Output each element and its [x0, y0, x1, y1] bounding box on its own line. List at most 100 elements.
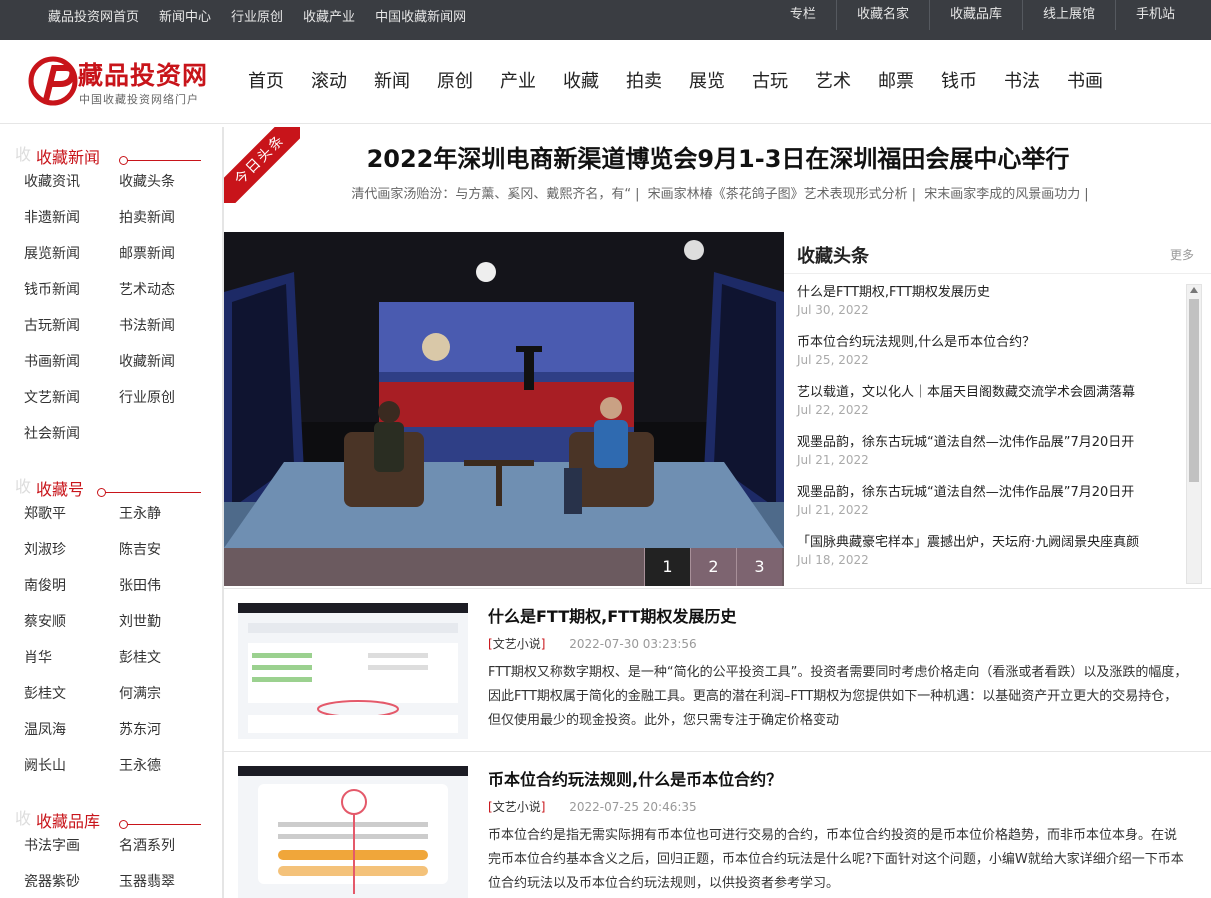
scrollbar-thumb[interactable] — [1189, 299, 1199, 482]
nav-item-news[interactable]: 新闻 — [374, 67, 410, 93]
nav-item-industry[interactable]: 产业 — [500, 67, 536, 93]
headline-item-title[interactable]: 观墨品韵，徐东古玩城“道法自然—沈伟作品展”7月20日开 — [797, 434, 1182, 452]
logo-slogan: 中国收藏投资网络门户 — [79, 93, 199, 106]
sidebar-link[interactable]: 彭桂文 — [24, 685, 119, 721]
sidebar-link[interactable]: 收藏新闻 — [119, 353, 214, 389]
top-link-online-gallery[interactable]: 线上展馆 — [1021, 0, 1115, 30]
nav-item-exhibition[interactable]: 展览 — [689, 67, 725, 93]
top-link-news-center[interactable]: 新闻中心 — [159, 6, 211, 25]
sidebar-link[interactable]: 南俊明 — [24, 577, 119, 613]
nav-item-coins[interactable]: 钱币 — [941, 67, 977, 93]
slider-page-3[interactable]: 3 — [736, 548, 782, 586]
featured-slider[interactable]: 1 2 3 — [224, 232, 784, 586]
headline-item[interactable]: 艺以载道，文以化人｜本届天目阁数藏交流学术会圆满落幕 Jul 22, 2022 — [797, 384, 1182, 434]
top-link-china-news[interactable]: 中国收藏新闻网 — [375, 6, 466, 25]
section-title[interactable]: 收藏品库 — [36, 808, 100, 832]
article-category[interactable]: [文艺小说] — [488, 800, 545, 814]
logo-mark-icon — [28, 56, 78, 106]
headline-item-title[interactable]: 什么是FTT期权,FTT期权发展历史 — [797, 284, 1182, 302]
slider-image[interactable] — [224, 232, 784, 548]
slider-page-2[interactable]: 2 — [690, 548, 736, 586]
sidebar-link[interactable]: 书法字画 — [24, 837, 119, 873]
section-divider — [121, 160, 201, 161]
sidebar-link[interactable]: 张田伟 — [119, 577, 214, 613]
nav-item-rolling[interactable]: 滚动 — [311, 67, 347, 93]
sidebar-link[interactable]: 行业原创 — [119, 389, 214, 425]
top-link-collection-library[interactable]: 收藏品库 — [928, 0, 1022, 30]
top-link-original[interactable]: 行业原创 — [231, 6, 283, 25]
nav-item-art[interactable]: 艺术 — [815, 67, 851, 93]
article-time: 2022-07-30 03:23:56 — [569, 637, 697, 651]
article-thumbnail[interactable] — [238, 766, 468, 898]
nav-item-original[interactable]: 原创 — [437, 67, 473, 93]
scroll-up-icon[interactable] — [1190, 287, 1198, 293]
sidebar-link[interactable]: 展览新闻 — [24, 245, 119, 281]
sidebar-link[interactable]: 艺术动态 — [119, 281, 214, 317]
nav-item-painting[interactable]: 书画 — [1067, 67, 1103, 93]
site-logo[interactable]: 藏品投资网 中国收藏投资网络门户 — [26, 54, 226, 110]
sidebar-link[interactable]: 拍卖新闻 — [119, 209, 214, 245]
sidebar-link[interactable]: 刘淑珍 — [24, 541, 119, 577]
sidebar-link[interactable]: 瓷器紫砂 — [24, 873, 119, 898]
sidebar-link[interactable]: 王永德 — [119, 757, 214, 793]
article-title[interactable]: 什么是FTT期权,FTT期权发展历史 — [488, 603, 736, 627]
sublink[interactable]: 宋画家林椿《茶花鸽子图》艺术表现形式分析 — [648, 187, 908, 202]
sidebar-link[interactable]: 收藏资讯 — [24, 173, 119, 209]
sidebar-link[interactable]: 书法新闻 — [119, 317, 214, 353]
sidebar-link[interactable]: 文艺新闻 — [24, 389, 119, 425]
sidebar-link[interactable]: 邮票新闻 — [119, 245, 214, 281]
top-link-industry[interactable]: 收藏产业 — [303, 6, 355, 25]
sublink[interactable]: 宋末画家李成的风景画功力 — [924, 187, 1080, 202]
sidebar-link[interactable]: 书画新闻 — [24, 353, 119, 389]
sidebar-link[interactable]: 收藏头条 — [119, 173, 214, 209]
sidebar-link[interactable]: 刘世勤 — [119, 613, 214, 649]
article-category[interactable]: [文艺小说] — [488, 637, 545, 651]
headline-scrollbar[interactable] — [1186, 284, 1202, 584]
article-thumbnail[interactable] — [238, 603, 468, 739]
headline-item-title[interactable]: 艺以载道，文以化人｜本届天目阁数藏交流学术会圆满落幕 — [797, 384, 1182, 402]
headline-item[interactable]: 币本位合约玩法规则,什么是币本位合约？ Jul 25, 2022 — [797, 334, 1182, 384]
top-link-column[interactable]: 专栏 — [770, 0, 836, 30]
section-dot-icon — [119, 820, 128, 829]
top-link-mobile[interactable]: 手机站 — [1114, 0, 1195, 30]
sidebar-link[interactable]: 彭桂文 — [119, 649, 214, 685]
sidebar-link[interactable]: 玉器翡翠 — [119, 873, 214, 898]
sidebar-link[interactable]: 蔡安顺 — [24, 613, 119, 649]
sidebar-link[interactable]: 陈吉安 — [119, 541, 214, 577]
sidebar-link[interactable]: 钱币新闻 — [24, 281, 119, 317]
nav-item-stamps[interactable]: 邮票 — [878, 67, 914, 93]
article-title[interactable]: 币本位合约玩法规则,什么是币本位合约？ — [488, 766, 782, 790]
sidebar-link[interactable]: 郑歌平 — [24, 505, 119, 541]
sidebar-link[interactable]: 社会新闻 — [24, 425, 119, 461]
slider-page-1[interactable]: 1 — [644, 548, 690, 586]
sidebar-link[interactable]: 阙长山 — [24, 757, 119, 793]
article-item: 什么是FTT期权,FTT期权发展历史 [文艺小说] 2022-07-30 03:… — [224, 588, 1211, 748]
top-headline[interactable]: 2022年深圳电商新渠道博览会9月1-3日在深圳福田会展中心举行 — [224, 139, 1211, 174]
section-title[interactable]: 收藏号 — [36, 476, 84, 500]
sublink[interactable]: 清代画家汤贻汾：与方薰、奚冈、戴熙齐名，有“ — [351, 187, 631, 202]
sidebar-link[interactable]: 温凤海 — [24, 721, 119, 757]
nav-item-antiques[interactable]: 古玩 — [752, 67, 788, 93]
sidebar-link[interactable]: 王永静 — [119, 505, 214, 541]
headline-item[interactable]: 观墨品韵，徐东古玩城“道法自然—沈伟作品展”7月20日开 Jul 21, 202… — [797, 484, 1182, 534]
nav-item-home[interactable]: 首页 — [248, 67, 284, 93]
sidebar-link[interactable]: 名酒系列 — [119, 837, 214, 873]
headline-item[interactable]: 观墨品韵，徐东古玩城“道法自然—沈伟作品展”7月20日开 Jul 21, 202… — [797, 434, 1182, 484]
headline-item-title[interactable]: 观墨品韵，徐东古玩城“道法自然—沈伟作品展”7月20日开 — [797, 484, 1182, 502]
headline-item[interactable]: 什么是FTT期权,FTT期权发展历史 Jul 30, 2022 — [797, 284, 1182, 334]
section-title[interactable]: 收藏新闻 — [36, 144, 100, 168]
sidebar-link[interactable]: 肖华 — [24, 649, 119, 685]
nav-item-calligraphy[interactable]: 书法 — [1004, 67, 1040, 93]
top-link-home[interactable]: 藏品投资网首页 — [48, 6, 139, 25]
more-link[interactable]: 更多 — [1170, 246, 1194, 263]
sidebar-link[interactable]: 苏东河 — [119, 721, 214, 757]
headline-item-title[interactable]: 「国脉典藏豪宅样本」震撼出炉，天坛府·九阙阔景央座真颜 — [797, 534, 1182, 552]
headline-item[interactable]: 「国脉典藏豪宅样本」震撼出炉，天坛府·九阙阔景央座真颜 Jul 18, 2022 — [797, 534, 1182, 584]
top-link-collectors[interactable]: 收藏名家 — [835, 0, 929, 30]
sidebar-link[interactable]: 何满宗 — [119, 685, 214, 721]
sidebar-link[interactable]: 古玩新闻 — [24, 317, 119, 353]
sidebar-link[interactable]: 非遗新闻 — [24, 209, 119, 245]
nav-item-auction[interactable]: 拍卖 — [626, 67, 662, 93]
headline-item-title[interactable]: 币本位合约玩法规则,什么是币本位合约？ — [797, 334, 1182, 352]
nav-item-collection[interactable]: 收藏 — [563, 67, 599, 93]
